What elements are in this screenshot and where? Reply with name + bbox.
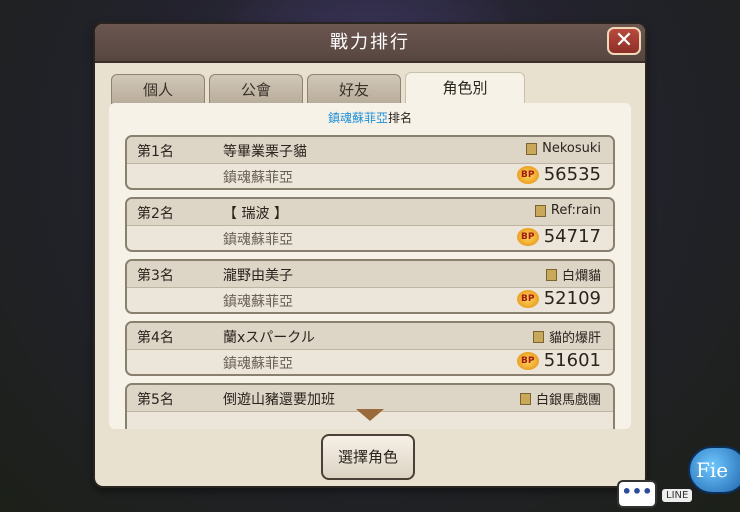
battle-power: BP 51601 xyxy=(516,350,601,371)
rank-label: 第2名 xyxy=(137,206,174,222)
bp-icon: BP xyxy=(516,165,539,184)
rank-label: 第4名 xyxy=(137,330,174,346)
tab-friends[interactable]: 好友 xyxy=(307,74,401,104)
bp-value: 52109 xyxy=(543,288,601,309)
ranking-list[interactable]: 鎮魂蘇菲亞排名 第1名 等畢業栗子貓 Nekosuki 鎮魂蘇菲亞 BP 5653… xyxy=(109,103,631,429)
guild-flag-icon xyxy=(526,142,538,155)
row-header xyxy=(127,261,613,288)
guild-name: 貓的爆肝 xyxy=(532,327,601,346)
character-name: 鎮魂蘇菲亞 xyxy=(223,170,293,186)
bp-value: 56535 xyxy=(543,164,601,185)
window-title: 戰力排行 xyxy=(330,32,410,53)
ranking-row[interactable]: 第3名 瀧野由美子 白爛貓 鎮魂蘇菲亞 BP 52109 xyxy=(125,259,615,314)
tab-personal[interactable]: 個人 xyxy=(111,74,205,104)
player-name: 蘭xスパークル xyxy=(223,330,315,346)
guild-name: 白銀馬戲團 xyxy=(519,389,601,408)
guild-name: Nekosuki xyxy=(526,141,601,156)
player-name: 等畢業栗子貓 xyxy=(223,144,307,160)
guild-flag-icon xyxy=(545,268,557,281)
bp-icon: BP xyxy=(516,227,539,246)
rank-label: 第1名 xyxy=(137,144,174,160)
bp-value: 54717 xyxy=(543,226,601,247)
character-name: 鎮魂蘇菲亞 xyxy=(223,232,293,248)
guild-flag-icon xyxy=(534,204,546,217)
guild-name: 白爛貓 xyxy=(545,265,601,284)
bp-value: 51601 xyxy=(543,350,601,371)
ranking-row[interactable]: 第5名 倒遊山豬還要加班 白銀馬戲團 xyxy=(125,383,615,429)
close-button[interactable]: ✕ xyxy=(607,27,641,55)
guild-label: 白爛貓 xyxy=(561,269,601,284)
select-character-button[interactable]: 選擇角色 xyxy=(321,434,415,480)
guild-flag-icon xyxy=(519,392,531,405)
subtitle-suffix: 排名 xyxy=(388,111,413,125)
scroll-down-arrow-icon[interactable] xyxy=(356,409,384,421)
line-label: LINE xyxy=(662,489,693,502)
guild-label: 白銀馬戲團 xyxy=(535,393,601,408)
rank-label: 第3名 xyxy=(137,268,174,284)
field-button[interactable]: Fie xyxy=(688,446,740,494)
title-bar: 戰力排行 ✕ xyxy=(95,24,645,63)
ranking-row[interactable]: 第4名 蘭xスパークル 貓的爆肝 鎮魂蘇菲亞 BP 51601 xyxy=(125,321,615,376)
tab-by-character[interactable]: 角色別 xyxy=(405,72,525,105)
battle-power: BP 56535 xyxy=(516,164,601,185)
battle-power: BP 52109 xyxy=(516,288,601,309)
chat-button[interactable]: ••• xyxy=(617,480,657,508)
player-name: 倒遊山豬還要加班 xyxy=(223,392,335,408)
guild-flag-icon xyxy=(532,330,544,343)
guild-label: Nekosuki xyxy=(542,141,601,156)
ranking-row[interactable]: 第2名 【 瑞波 】 Ref:rain 鎮魂蘇菲亞 BP 54717 xyxy=(125,197,615,252)
guild-name: Ref:rain xyxy=(534,203,601,218)
player-name: 瀧野由美子 xyxy=(223,268,293,284)
guild-label: Ref:rain xyxy=(550,203,601,218)
tab-guild[interactable]: 公會 xyxy=(209,74,303,104)
bp-icon: BP xyxy=(516,289,539,308)
chat-dots-icon: ••• xyxy=(621,482,653,501)
ranking-window: 戰力排行 ✕ 個人 公會 好友 角色別 鎮魂蘇菲亞排名 第1名 等畢業栗子貓 N… xyxy=(95,24,645,486)
character-name: 鎮魂蘇菲亞 xyxy=(223,294,293,310)
list-subtitle: 鎮魂蘇菲亞排名 xyxy=(109,109,631,126)
battle-power: BP 54717 xyxy=(516,226,601,247)
character-name: 鎮魂蘇菲亞 xyxy=(223,356,293,372)
bp-icon: BP xyxy=(516,351,539,370)
rank-label: 第5名 xyxy=(137,392,174,408)
subtitle-character: 鎮魂蘇菲亞 xyxy=(327,111,388,125)
player-name: 【 瑞波 】 xyxy=(223,206,288,222)
guild-label: 貓的爆肝 xyxy=(548,331,601,346)
ranking-row[interactable]: 第1名 等畢業栗子貓 Nekosuki 鎮魂蘇菲亞 BP 56535 xyxy=(125,135,615,190)
